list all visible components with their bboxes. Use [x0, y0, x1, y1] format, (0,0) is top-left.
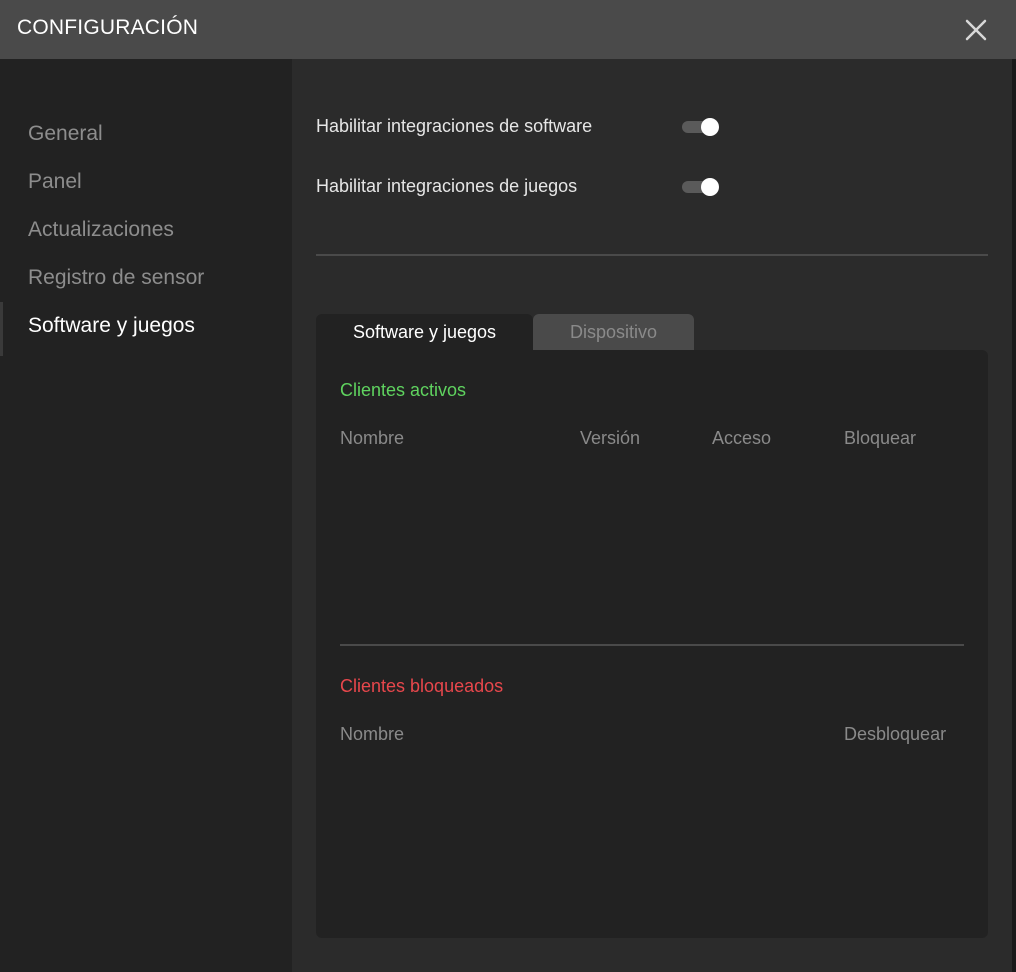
column-header-access: Acceso: [712, 428, 772, 448]
game-integrations-toggle[interactable]: [682, 176, 720, 198]
toggle-knob: [701, 118, 719, 136]
sidebar-item-general[interactable]: General: [28, 122, 103, 146]
column-header-name: Nombre: [340, 428, 405, 448]
clients-panel: Clientes activos Nombre Versión Acceso B…: [316, 350, 988, 938]
main-content: Habilitar integraciones de software Habi…: [292, 59, 1012, 972]
clients-divider: [340, 644, 964, 646]
sidebar-item-updates[interactable]: Actualizaciones: [28, 218, 174, 242]
game-integrations-label: Habilitar integraciones de juegos: [316, 176, 578, 196]
active-clients-title: Clientes activos: [340, 380, 467, 400]
software-integrations-toggle[interactable]: [682, 116, 720, 138]
column-header-version: Versión: [580, 428, 641, 448]
sidebar: General Panel Actualizaciones Registro d…: [0, 59, 292, 972]
blocked-clients-title: Clientes bloqueados: [340, 676, 504, 696]
column-header-unblock: Desbloquear: [844, 724, 947, 744]
sidebar-item-panel[interactable]: Panel: [28, 170, 82, 194]
column-header-block: Bloquear: [844, 428, 917, 448]
tab-device[interactable]: Dispositivo: [533, 314, 694, 350]
window-right-edge: [1012, 59, 1016, 972]
tab-software-games[interactable]: Software y juegos: [316, 314, 533, 350]
sidebar-item-software-games[interactable]: Software y juegos: [28, 314, 195, 338]
active-nav-indicator: [0, 302, 3, 356]
toggle-knob: [701, 178, 719, 196]
window-title: CONFIGURACIÓN: [17, 16, 199, 39]
software-integrations-label: Habilitar integraciones de software: [316, 116, 593, 136]
settings-window: CONFIGURACIÓN General Panel Actualizacio…: [0, 0, 1016, 972]
close-icon: [965, 19, 987, 41]
section-divider: [316, 254, 988, 256]
sidebar-item-sensor-log[interactable]: Registro de sensor: [28, 266, 204, 290]
column-header-blocked-name: Nombre: [340, 724, 405, 744]
close-button[interactable]: [956, 10, 996, 50]
title-bar: CONFIGURACIÓN: [0, 0, 1016, 59]
